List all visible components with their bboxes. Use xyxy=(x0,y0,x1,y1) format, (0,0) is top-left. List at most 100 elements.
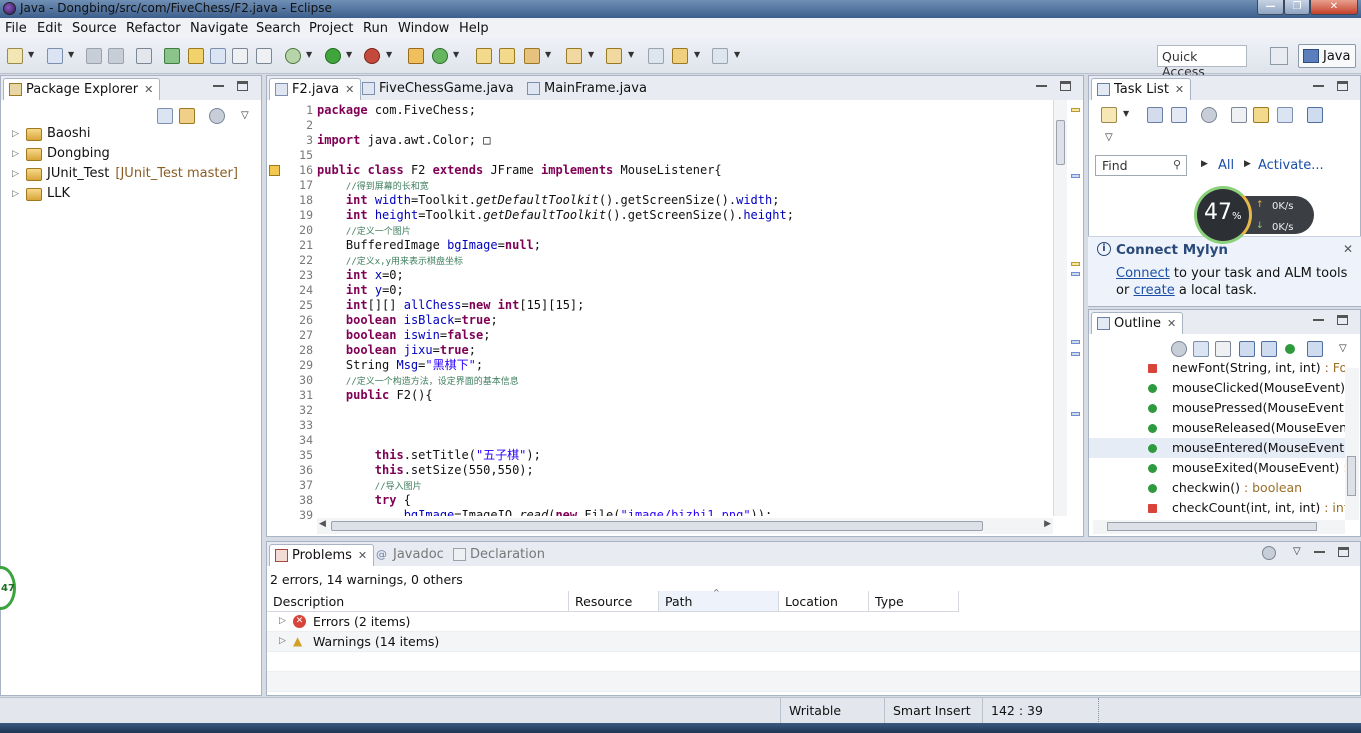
expand-arrow-icon[interactable]: ▷ xyxy=(12,149,19,159)
code-line[interactable]: //定义x,y用来表示棋盘坐标 xyxy=(317,253,463,268)
hide-fields-icon[interactable] xyxy=(1239,341,1255,357)
overview-marker[interactable] xyxy=(1071,352,1080,356)
save-all-icon[interactable] xyxy=(108,48,124,64)
connect-link[interactable]: Connect xyxy=(1116,266,1170,281)
previous-annotation-dropdown-icon[interactable]: ▼ xyxy=(628,50,634,59)
link-with-editor-icon[interactable] xyxy=(179,108,195,124)
overview-warning-marker[interactable] xyxy=(1071,108,1080,112)
overview-ruler[interactable] xyxy=(1067,100,1083,516)
menu-source[interactable]: Source xyxy=(72,21,117,36)
code-line[interactable]: public F2(){ xyxy=(317,388,433,403)
collapse-all-icon[interactable] xyxy=(1193,341,1209,357)
java-perspective-button[interactable]: Java xyxy=(1298,44,1356,68)
scroll-thumb[interactable] xyxy=(331,521,983,531)
editor-horizontal-scrollbar[interactable]: ◀ ▶ xyxy=(317,518,1053,534)
hide-completed-icon[interactable] xyxy=(1231,107,1247,123)
tab-fivechessgame-java[interactable]: FiveChessGame.java xyxy=(357,78,520,100)
maximize-view-icon[interactable] xyxy=(237,81,248,91)
paragraph-icon[interactable] xyxy=(256,48,272,64)
new-window-icon[interactable] xyxy=(47,48,63,64)
maximize-view-icon[interactable] xyxy=(1337,81,1348,91)
minimize-view-icon[interactable] xyxy=(213,81,224,87)
code-line[interactable]: boolean jixu=true; xyxy=(317,343,476,358)
status-insert-mode[interactable]: Smart Insert xyxy=(884,698,982,724)
close-icon[interactable]: ✕ xyxy=(1175,83,1184,96)
menu-help[interactable]: Help xyxy=(459,21,489,36)
tab-problems[interactable]: Problems ✕ xyxy=(269,544,375,566)
column-type[interactable]: Type xyxy=(869,591,959,612)
open-type-icon[interactable] xyxy=(476,48,492,64)
tab-javadoc[interactable]: @ Javadoc xyxy=(371,544,450,566)
back-dropdown-icon[interactable]: ▼ xyxy=(694,50,700,59)
tab-outline[interactable]: Outline ✕ xyxy=(1091,312,1184,334)
overview-marker[interactable] xyxy=(1071,412,1080,416)
debug-icon[interactable] xyxy=(285,48,301,64)
code-line[interactable]: boolean isBlack=true; xyxy=(317,313,498,328)
new-window-dropdown-icon[interactable]: ▼ xyxy=(68,50,74,59)
menu-window[interactable]: Window xyxy=(398,21,449,36)
new-dropdown-icon[interactable]: ▼ xyxy=(28,50,34,59)
highlight-icon[interactable] xyxy=(188,48,204,64)
view-menu-icon[interactable]: ▽ xyxy=(1105,132,1113,143)
tab-task-list[interactable]: Task List ✕ xyxy=(1091,78,1192,100)
outline-item[interactable]: mouseClicked(MouseEvent) : xyxy=(1089,378,1345,398)
code-line[interactable]: bgImage=ImageIO.read(new File("image/biz… xyxy=(317,508,773,516)
sort-icon[interactable] xyxy=(1215,341,1231,357)
column-description[interactable]: Description xyxy=(267,591,569,612)
outline-item[interactable]: checkwin() : boolean xyxy=(1089,478,1345,498)
new-task-dropdown-icon[interactable]: ▼ xyxy=(1123,109,1129,118)
skip-breakpoints-icon[interactable] xyxy=(136,48,152,64)
categorized-icon[interactable] xyxy=(1147,107,1163,123)
code-line[interactable]: this.setSize(550,550); xyxy=(317,463,534,478)
overview-marker[interactable] xyxy=(1071,340,1080,344)
all-tasks-link[interactable]: All xyxy=(1218,158,1234,173)
expand-arrow-icon[interactable]: ▷ xyxy=(12,189,19,199)
tab-declaration[interactable]: Declaration xyxy=(448,544,551,566)
code-line[interactable]: import java.awt.Color; □ xyxy=(317,133,490,148)
scheduled-icon[interactable] xyxy=(1171,107,1187,123)
close-icon[interactable]: ✕ xyxy=(345,83,354,96)
open-task-icon[interactable] xyxy=(499,48,515,64)
expand-arrow-icon[interactable]: ▷ xyxy=(279,616,286,626)
tab-mainframe-java[interactable]: MainFrame.java xyxy=(522,78,653,100)
outline-horizontal-scrollbar[interactable] xyxy=(1093,520,1345,534)
previous-annotation-icon[interactable] xyxy=(606,48,622,64)
forward-dropdown-icon[interactable]: ▼ xyxy=(734,50,740,59)
outline-vertical-scrollbar[interactable] xyxy=(1345,368,1359,520)
view-menu-icon[interactable]: ▽ xyxy=(1293,546,1301,557)
create-link[interactable]: create xyxy=(1133,283,1174,298)
code-line[interactable]: this.setTitle("五子棋"); xyxy=(317,448,541,463)
code-line[interactable]: //导入图片 xyxy=(317,478,422,493)
code-line[interactable]: package com.FiveChess; xyxy=(317,103,476,118)
annotation-ruler[interactable] xyxy=(267,100,281,516)
collapse-all-icon[interactable] xyxy=(1277,107,1293,123)
menu-navigate[interactable]: Navigate xyxy=(190,21,248,36)
quick-access-input[interactable]: Quick Access xyxy=(1157,45,1247,79)
problem-group-warnings[interactable]: ▷ ▲ Warnings (14 items) xyxy=(267,632,1360,652)
code-line[interactable]: public class F2 extends JFrame implement… xyxy=(317,163,722,178)
save-icon[interactable] xyxy=(86,48,102,64)
new-icon[interactable] xyxy=(7,48,23,64)
new-task-icon[interactable] xyxy=(1101,107,1117,123)
outline-item[interactable]: mouseExited(MouseEvent) : v xyxy=(1089,458,1345,478)
outline-item[interactable]: mousePressed(MouseEvent) : xyxy=(1089,398,1345,418)
problem-group-errors[interactable]: ▷ ✕ Errors (2 items) xyxy=(267,612,1360,632)
column-resource[interactable]: Resource xyxy=(569,591,659,612)
minimize-editor-icon[interactable] xyxy=(1036,81,1047,87)
column-path[interactable]: Path ^ xyxy=(659,588,779,612)
maximize-view-icon[interactable] xyxy=(1337,315,1348,325)
expand-arrow-icon[interactable]: ▷ xyxy=(12,169,19,179)
outline-item[interactable]: mouseReleased(MouseEvent) xyxy=(1089,418,1345,438)
collapse-all-icon[interactable] xyxy=(157,108,173,124)
activate-task-link[interactable]: Activate... xyxy=(1258,158,1324,173)
overview-warning-marker[interactable] xyxy=(1071,262,1080,266)
tab-package-explorer[interactable]: Package Explorer ✕ xyxy=(3,78,161,100)
new-class-dropdown-icon[interactable]: ▼ xyxy=(453,50,459,59)
maximize-editor-icon[interactable] xyxy=(1060,81,1071,91)
expand-arrow-icon[interactable]: ▷ xyxy=(279,636,286,646)
code-area[interactable]: package com.FiveChess; import java.awt.Co… xyxy=(317,100,1053,516)
code-line[interactable]: //得到屏幕的长和宽 xyxy=(317,178,429,193)
code-line[interactable]: String Msg="黑棋下"; xyxy=(317,358,483,373)
code-line[interactable]: int height=Toolkit.getDefaultToolkit().g… xyxy=(317,208,794,223)
open-perspective-icon[interactable] xyxy=(1270,47,1288,65)
